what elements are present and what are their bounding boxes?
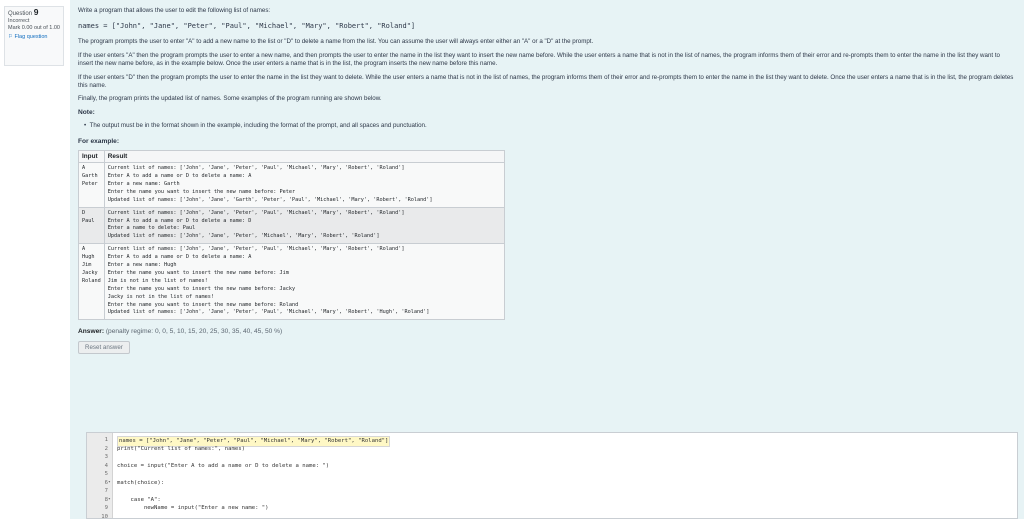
code-text: match(choice): [117,479,165,486]
line-number: 5 [104,471,108,477]
line-number: 1 [104,437,108,443]
example-table: Input Result A Garth Peter Current list … [78,150,505,321]
names-code: names = ["John", "Jane", "Peter", "Paul"… [78,22,416,31]
line-number: 4 [104,462,108,469]
example-input: D Paul [78,206,105,245]
question-intro: Write a program that allows the user to … [78,7,271,14]
flag-question-link[interactable]: ⚐ Flag question [8,34,60,41]
paragraph-2: If the user enters "A" then the program … [78,51,1000,68]
example-input: A Hugh Jim Jacky Roland [78,243,105,321]
code-text: newName = input("Enter a new name: ") [117,505,269,511]
example-header-row: Input Result [78,150,505,164]
fold-arrow-icon[interactable]: ▾ [108,496,113,505]
paragraph-4: Finally, the program prints the updated … [78,95,382,103]
example-header-result: Result [103,150,505,164]
code-editor[interactable]: 1 names = ["John", "Jane", "Peter", "Paul… [86,432,1018,519]
question-number: Question 9 [8,7,39,17]
example-result: Current list of names: ['John', 'Jane', … [103,162,505,208]
question-mark: Mark 0.00 out of 1.00 [8,25,60,32]
example-result: Current list of names: ['John', 'Jane', … [103,243,505,321]
example-result: Current list of names: ['John', 'Jane', … [103,206,505,245]
code-text: print("Current list of names:", names) [117,445,245,452]
line-number: 10 [101,513,108,519]
code-text: choice = input("Enter A to add a name or… [117,462,330,469]
line-number: 7 [104,488,108,494]
answer-label: Answer: (penalty regime: 0, 0, 5, 10, 15… [78,328,283,336]
example-header-input: Input [78,150,105,164]
code-text: case "A": [117,496,161,503]
example-input: A Garth Peter [78,162,105,208]
flag-icon: ⚐ [8,33,13,40]
note-bullet: • The output must be in the format shown… [84,122,427,130]
question-info-panel: Question 9 Incorrect Mark 0.00 out of 1.… [4,6,64,66]
example-row: A Hugh Jim Jacky Roland Current list of … [78,243,505,321]
reset-answer-button[interactable]: Reset answer [78,341,130,355]
paragraph-3: If the user enters "D" then the program … [78,73,1014,90]
line-number: 2 [104,445,108,452]
fold-arrow-icon[interactable]: ▾ [108,479,113,488]
example-row: D Paul Current list of names: ['John', '… [78,206,505,245]
line-number: 3 [104,454,108,460]
example-label: For example: [78,137,120,145]
question-status: Incorrect [8,18,30,25]
example-row: A Garth Peter Current list of names: ['J… [78,162,505,208]
line-number: 9 [104,505,108,511]
paragraph-1: The program prompts the user to enter "A… [78,38,594,46]
line-number: 6 [104,479,108,486]
line-number: 8 [104,496,108,503]
note-label: Note: [78,108,95,116]
